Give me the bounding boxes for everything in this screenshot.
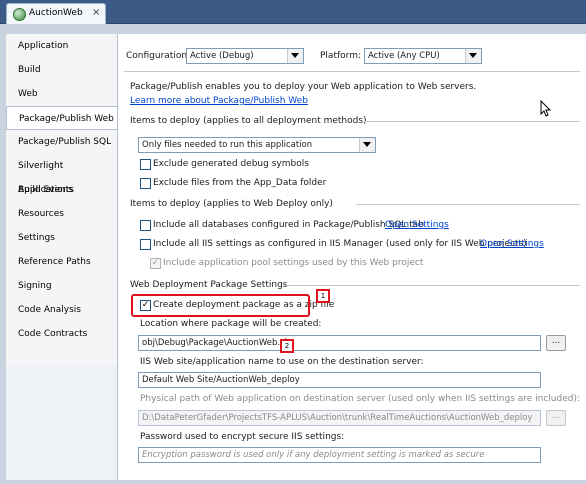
close-icon[interactable]: × — [92, 7, 100, 18]
chevron-down-icon[interactable] — [465, 49, 481, 63]
sidebar-item-application[interactable]: Application — [6, 34, 117, 58]
document-tab[interactable]: AuctionWeb × — [6, 3, 106, 24]
configuration-dropdown[interactable]: Active (Debug) — [186, 48, 304, 64]
callout-badge-1: 1 — [316, 289, 330, 303]
platform-label: Platform: — [320, 51, 361, 61]
web-project-icon — [13, 8, 26, 21]
sidebar-item-settings[interactable]: Settings — [6, 226, 117, 250]
sidebar-item-web[interactable]: Web — [6, 82, 117, 106]
document-tab-title: AuctionWeb — [29, 8, 83, 18]
section-divider — [284, 285, 580, 286]
physical-path-label: Physical path of Web application on dest… — [140, 394, 581, 404]
web-deploy-header: Items to deploy (applies to Web Deploy o… — [130, 199, 333, 209]
sidebar-item-resources[interactable]: Resources — [6, 202, 117, 226]
sidebar-item-silverlight-applications[interactable]: Silverlight Applications — [6, 154, 117, 195]
sidebar-item-code-analysis[interactable]: Code Analysis — [6, 298, 117, 322]
chevron-down-icon[interactable] — [287, 49, 303, 63]
exclude-app-data-checkbox[interactable] — [140, 178, 151, 189]
section-divider — [364, 121, 580, 122]
items-to-deploy-header: Items to deploy (applies to all deployme… — [130, 116, 367, 126]
include-iis-settings-checkbox[interactable] — [140, 239, 151, 250]
exclude-debug-symbols-label: Exclude generated debug symbols — [153, 159, 309, 169]
platform-value: Active (Any CPU) — [368, 51, 440, 61]
items-to-deploy-dropdown[interactable]: Only files needed to run this applicatio… — [138, 137, 376, 153]
physical-path-browse-button: ... — [546, 410, 566, 426]
iis-site-label: IIS Web site/application name to use on … — [140, 357, 424, 367]
location-label: Location where package will be created: — [140, 319, 322, 329]
physical-path-input: D:\DataPeterGfader\ProjectsTFS-APLUS\Auc… — [138, 410, 541, 426]
sidebar-item-signing[interactable]: Signing — [6, 274, 117, 298]
chevron-down-icon[interactable] — [359, 138, 375, 152]
include-databases-label: Include all databases configured in Pack… — [153, 220, 424, 230]
mouse-cursor-icon — [540, 100, 552, 117]
exclude-debug-symbols-checkbox[interactable] — [140, 159, 151, 170]
sidebar-item-code-contracts[interactable]: Code Contracts — [6, 322, 117, 346]
section-divider — [356, 204, 580, 205]
package-settings-header: Web Deployment Package Settings — [130, 280, 288, 290]
include-app-pool-label: Include application pool settings used b… — [163, 258, 424, 268]
location-input[interactable]: obj\Debug\Package\AuctionWeb.zip — [138, 335, 541, 351]
exclude-app-data-label: Exclude files from the App_Data folder — [153, 178, 327, 188]
sidebar-item-reference-paths[interactable]: Reference Paths — [6, 250, 117, 274]
property-pages-sidebar: Application Build Web Package/Publish We… — [6, 34, 118, 364]
learn-more-link[interactable]: Learn more about Package/Publish Web — [130, 96, 308, 106]
iis-open-settings-link[interactable]: Open Settings — [480, 239, 544, 249]
iis-site-input[interactable]: Default Web Site/AuctionWeb_deploy — [138, 372, 541, 388]
items-to-deploy-value: Only files needed to run this applicatio… — [142, 140, 313, 150]
sidebar-item-build[interactable]: Build — [6, 58, 117, 82]
password-label: Password used to encrypt secure IIS sett… — [140, 432, 345, 442]
configuration-label: Configuration: — [126, 51, 191, 61]
configuration-value: Active (Debug) — [190, 51, 254, 61]
callout-badge-2: 2 — [280, 339, 294, 353]
include-databases-checkbox[interactable] — [140, 220, 151, 231]
platform-dropdown[interactable]: Active (Any CPU) — [364, 48, 482, 64]
sidebar-empty-area — [6, 364, 117, 480]
callout-highlight — [131, 294, 310, 317]
sidebar-item-package-publish-web[interactable]: Package/Publish Web — [6, 106, 118, 130]
divider — [124, 71, 580, 72]
sidebar-item-package-publish-sql[interactable]: Package/Publish SQL — [6, 130, 117, 154]
include-app-pool-checkbox: ✓ — [150, 258, 161, 269]
password-input[interactable]: Encryption password is used only if any … — [138, 447, 541, 463]
sidebar-item-build-events[interactable]: Build Events — [6, 178, 117, 202]
intro-text: Package/Publish enables you to deploy yo… — [130, 82, 477, 92]
databases-open-settings-link[interactable]: Open Settings — [385, 220, 449, 230]
location-browse-button[interactable]: ... — [546, 335, 566, 351]
include-iis-settings-label: Include all IIS settings as configured i… — [153, 239, 527, 249]
